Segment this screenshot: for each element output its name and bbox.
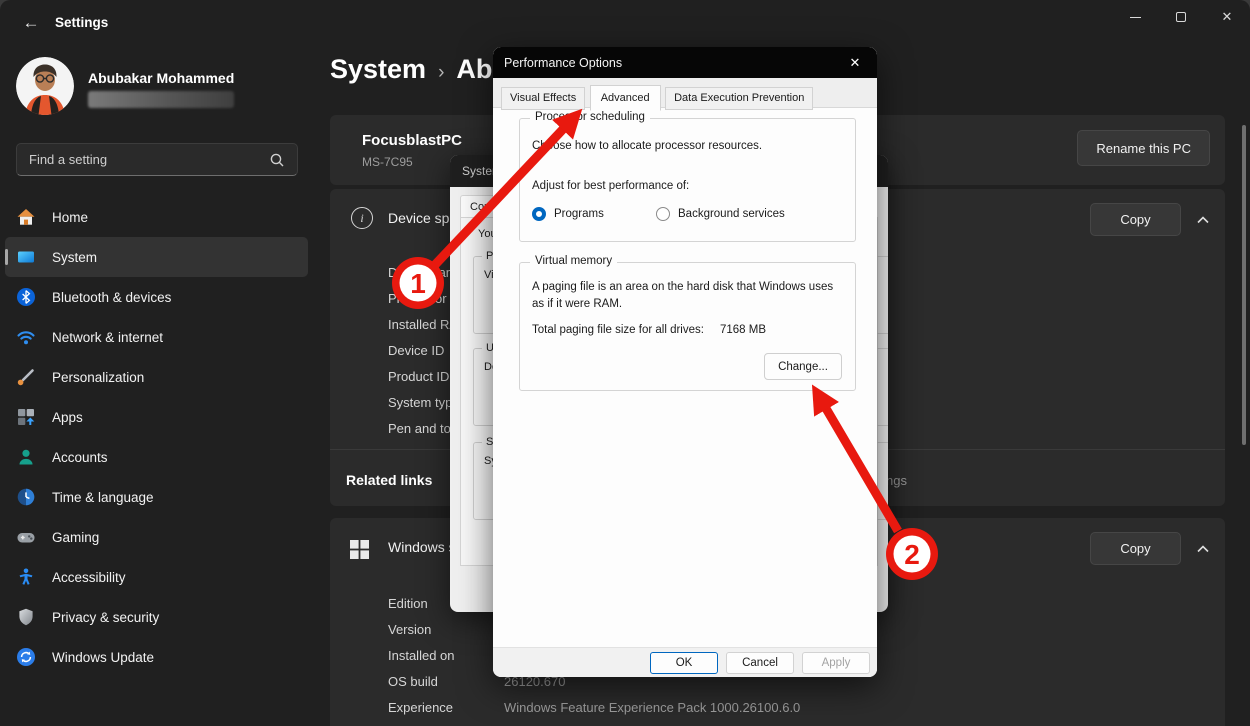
pc-model: MS-7C95 [362, 155, 413, 169]
sidebar-item-system[interactable]: System [5, 237, 308, 277]
adjust-performance-label: Adjust for best performance of: [532, 180, 689, 192]
breadcrumb-system[interactable]: System [330, 54, 426, 85]
sidebar-item-accessibility[interactable]: Accessibility [5, 557, 308, 597]
performance-options-title: Performance Options [493, 47, 877, 78]
apply-button-disabled: Apply [802, 652, 870, 674]
sidebar-item-label: Windows Update [52, 650, 154, 665]
apps-icon [16, 407, 36, 427]
total-paging-value: 7168 MB [720, 324, 766, 336]
radio-unselected-icon [656, 207, 670, 221]
tab-visual-effects[interactable]: Visual Effects [501, 87, 585, 110]
tab-advanced[interactable]: Advanced [590, 85, 661, 111]
performance-options-dialog: Performance Options ✕ Visual Effects Adv… [493, 47, 877, 677]
back-button[interactable]: ← [16, 11, 46, 35]
settings-window: ← Settings ✕ Abubakar Mohammed Find a se… [0, 0, 1250, 726]
bluetooth-icon [16, 287, 36, 307]
sidebar-item-bluetooth-devices[interactable]: Bluetooth & devices [5, 277, 308, 317]
sidebar-item-label: Privacy & security [52, 610, 159, 625]
total-paging-label: Total paging file size for all drives: [532, 324, 704, 336]
rename-this-pc-button[interactable]: Rename this PC [1077, 130, 1210, 166]
close-icon: ✕ [1222, 9, 1233, 25]
spec-row: ExperienceWindows Feature Experience Pac… [388, 694, 1205, 720]
sidebar-item-network-internet[interactable]: Network & internet [5, 317, 308, 357]
sidebar-item-accounts[interactable]: Accounts [5, 437, 308, 477]
sidebar-item-label: Gaming [52, 530, 99, 545]
home-icon [16, 207, 36, 227]
search-placeholder: Find a setting [29, 152, 269, 167]
privacy-shield-icon [16, 607, 36, 627]
processor-scheduling-title: Processor scheduling [530, 111, 650, 123]
vertical-scrollbar[interactable] [1242, 125, 1246, 445]
sidebar-item-apps[interactable]: Apps [5, 397, 308, 437]
sidebar-item-label: Home [52, 210, 88, 225]
sidebar-item-gaming[interactable]: Gaming [5, 517, 308, 557]
chevron-up-icon[interactable] [1195, 213, 1211, 225]
sidebar-item-home[interactable]: Home [5, 197, 308, 237]
back-arrow-icon: ← [23, 13, 40, 33]
pc-name: FocusblastPC [362, 132, 462, 149]
sidebar-item-label: Personalization [52, 370, 144, 385]
sidebar-item-label: Apps [52, 410, 83, 425]
sidebar-item-personalization[interactable]: Personalization [5, 357, 308, 397]
sidebar: Home System Bluetooth & devices Network … [5, 197, 308, 677]
sidebar-item-label: Network & internet [52, 330, 163, 345]
time-language-clock-icon [16, 487, 36, 507]
device-specs-copy-button[interactable]: Copy [1090, 203, 1181, 236]
radio-selected-icon [532, 207, 546, 221]
chevron-up-icon[interactable] [1195, 542, 1211, 554]
radio-background-services[interactable]: Background services [656, 207, 785, 221]
sidebar-item-label: System [52, 250, 97, 265]
sidebar-item-label: Bluetooth & devices [52, 290, 171, 305]
cancel-button[interactable]: Cancel [726, 652, 794, 674]
user-email-redacted [88, 91, 234, 108]
radio-programs[interactable]: Programs [532, 207, 604, 221]
breadcrumb-separator: › [438, 62, 444, 84]
sidebar-item-time-language[interactable]: Time & language [5, 477, 308, 517]
network-wifi-icon [16, 327, 36, 347]
gaming-gamepad-icon [16, 527, 36, 547]
personalization-brush-icon [16, 367, 36, 387]
search-icon [269, 152, 285, 168]
sidebar-item-windows-update[interactable]: Windows Update [5, 637, 308, 677]
maximize-button[interactable] [1158, 0, 1204, 34]
sidebar-item-label: Accessibility [52, 570, 126, 585]
app-title: Settings [55, 15, 108, 30]
sidebar-item-label: Time & language [52, 490, 154, 505]
search-input[interactable]: Find a setting [16, 143, 298, 176]
minimize-button[interactable] [1112, 0, 1158, 34]
accounts-person-icon [16, 447, 36, 467]
processor-scheduling-group: Processor scheduling Choose how to alloc… [519, 118, 856, 242]
virtual-memory-title: Virtual memory [530, 255, 617, 267]
maximize-icon [1176, 12, 1186, 22]
windows-specs-copy-button[interactable]: Copy [1090, 532, 1181, 565]
paging-file-description-line1: A paging file is an area on the hard dis… [532, 281, 833, 293]
accessibility-person-icon [16, 567, 36, 587]
dialog-close-button[interactable]: ✕ [843, 53, 867, 73]
windows-update-icon [16, 647, 36, 667]
info-icon: i [351, 207, 373, 229]
paging-file-description-line2: as if it were RAM. [532, 298, 622, 310]
sidebar-item-label: Accounts [52, 450, 108, 465]
dialog-footer: OK Cancel Apply [493, 647, 877, 677]
dialog-tab-strip: Visual Effects Advanced Data Execution P… [493, 78, 877, 108]
close-icon: ✕ [850, 55, 861, 71]
system-icon [16, 247, 36, 267]
titlebar: ← Settings ✕ [0, 0, 1250, 46]
windows-logo-icon [350, 540, 369, 564]
related-link-fragment[interactable]: ngs [886, 473, 907, 488]
avatar[interactable] [16, 57, 74, 115]
ok-button[interactable]: OK [650, 652, 718, 674]
processor-scheduling-description: Choose how to allocate processor resourc… [532, 140, 762, 152]
minimize-icon [1130, 17, 1141, 18]
user-name: Abubakar Mohammed [88, 70, 234, 86]
close-button[interactable]: ✕ [1204, 0, 1250, 34]
change-button[interactable]: Change... [764, 353, 842, 380]
sidebar-item-privacy-security[interactable]: Privacy & security [5, 597, 308, 637]
virtual-memory-group: Virtual memory A paging file is an area … [519, 262, 856, 391]
tab-data-execution-prevention[interactable]: Data Execution Prevention [665, 87, 813, 110]
related-links-label: Related links [346, 472, 432, 488]
